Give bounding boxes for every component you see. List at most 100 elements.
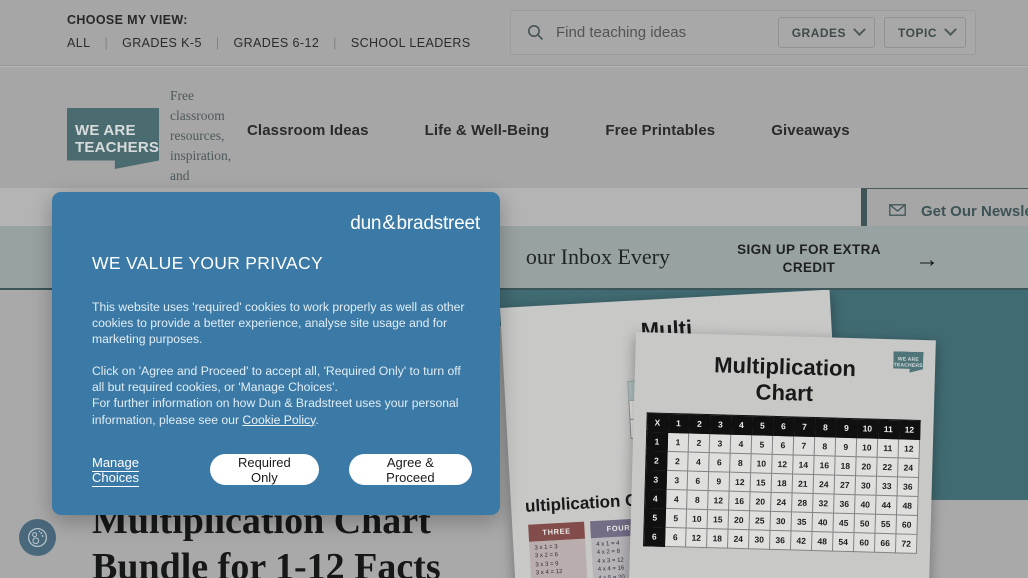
table-cell: 44	[875, 495, 898, 515]
chevron-down-icon	[944, 23, 957, 37]
table-cell: 7	[793, 435, 815, 456]
logo-line-2: TEACHERS	[75, 138, 160, 156]
table-header-cell: 1	[667, 413, 690, 434]
table-cell: 45	[832, 513, 855, 533]
separator: |	[215, 36, 220, 50]
table-cell: 8	[814, 436, 836, 457]
table-cell: 6	[772, 435, 794, 455]
sheet-front-title: Multiplication Chart	[634, 350, 935, 410]
cookie-settings-button[interactable]	[19, 519, 56, 556]
view-link-all[interactable]: ALL	[67, 36, 90, 50]
choose-my-view-label: CHOOSE MY VIEW:	[67, 13, 188, 27]
signup-arrow-icon[interactable]: →	[915, 246, 939, 274]
table-header-cell: 11	[877, 419, 900, 439]
table-cell: 9	[708, 471, 730, 492]
search-icon[interactable]	[527, 24, 544, 41]
fact-column-body: 3 x 1 = 33 x 2 = 63 x 3 = 93 x 4 = 123 x…	[529, 538, 588, 578]
nav-item-life-well-being[interactable]: Life & Well-Being	[425, 122, 550, 139]
topic-filter-label: TOPIC	[898, 25, 937, 40]
grades-filter-button[interactable]: GRADES	[777, 17, 876, 48]
table-header-cell: 9	[835, 418, 858, 438]
table-header-cell: 12	[898, 419, 921, 440]
search-input[interactable]	[556, 24, 778, 41]
table-header-cell: 7	[793, 416, 816, 437]
view-link-grades-k5[interactable]: GRADES K-5	[122, 36, 202, 50]
table-header-cell: 5	[751, 415, 774, 436]
table-cell: 3	[645, 469, 667, 490]
table-cell: 30	[855, 475, 877, 496]
table-cell: 18	[706, 528, 729, 549]
dialog-paragraph-2a: Click on 'Agree and Proceed' to accept a…	[92, 364, 461, 395]
table-cell: 9	[835, 437, 857, 457]
table-cell: 12	[771, 454, 794, 474]
dialog-paragraph-2: Click on 'Agree and Proceed' to accept a…	[92, 363, 470, 427]
table-cell: 30	[748, 529, 771, 550]
logo-line-1: WE ARE	[75, 121, 136, 139]
main-navigation: WE ARE TEACHERS Free classroom resources…	[0, 67, 1028, 234]
table-header-cell: 3	[709, 414, 732, 435]
table-cell: 10	[750, 453, 773, 474]
table-cell: 2	[645, 450, 668, 471]
get-newsletter-label: Get Our Newsletter	[921, 202, 1028, 220]
table-cell: 16	[728, 491, 751, 511]
table-cell: 22	[876, 457, 899, 477]
table-cell: 48	[811, 531, 833, 552]
dialog-actions: Manage Choices Required Only Agree & Pro…	[92, 454, 472, 485]
table-cell: 6	[664, 527, 687, 547]
table-cell: 15	[707, 509, 729, 530]
view-link-school-leaders[interactable]: SCHOOL LEADERS	[351, 36, 471, 50]
required-only-button[interactable]: Required Only	[209, 454, 319, 485]
site-logo[interactable]: WE ARE TEACHERS	[67, 108, 159, 169]
table-cell: 24	[770, 492, 793, 512]
table-cell: 10	[856, 437, 878, 458]
cookie-policy-link[interactable]: Cookie Policy	[242, 413, 315, 427]
dun-bradstreet-logo: dun & bradstreet	[350, 212, 480, 235]
table-cell: 20	[855, 456, 878, 477]
printable-sheet-front[interactable]: WE ARE TEACHERS Multiplication Chart X12…	[627, 332, 936, 578]
sheet-front-table: X 1 2 3 4 5 6 7 8 9 10 11 12 1 1 2 3 4 5 6 7 8 9 10 11 12 2 2 4 6 8 10 1…	[643, 412, 921, 554]
topic-filter-button[interactable]: TOPIC	[884, 17, 966, 48]
logo-alt-text: Free classroom resources, inspiration, a…	[170, 88, 232, 183]
dialog-paragraph-2-end: .	[315, 412, 319, 427]
nav-item-free-printables[interactable]: Free Printables	[605, 122, 715, 139]
separator: |	[104, 36, 109, 50]
chevron-down-icon	[853, 23, 866, 37]
choose-my-view: CHOOSE MY VIEW: ALL | GRADES K-5 | GRADE…	[67, 13, 471, 50]
agree-and-proceed-button[interactable]: Agree & Proceed	[348, 454, 472, 485]
table-cell: 12	[707, 490, 730, 511]
badge-line-2: TEACHERS	[893, 361, 923, 369]
table-cell: 27	[834, 475, 856, 495]
table-cell: 20	[749, 491, 772, 512]
table-cell: 72	[895, 533, 917, 554]
nav-item-classroom-ideas[interactable]: Classroom Ideas	[247, 122, 369, 139]
table-cell: 11	[877, 438, 899, 458]
envelope-icon	[889, 203, 906, 220]
table-cell: 24	[897, 457, 920, 478]
table-cell: 1	[646, 431, 668, 452]
table-header-cell: 8	[814, 417, 837, 438]
table-cell: 5	[751, 434, 773, 455]
table-cell: 6	[643, 526, 666, 547]
view-links: ALL | GRADES K-5 | GRADES 6-12 | SCHOOL …	[67, 36, 471, 50]
table-cell: 66	[874, 533, 896, 553]
nav-item-giveaways[interactable]: Giveaways	[771, 122, 849, 139]
table-cell: 6	[687, 470, 709, 491]
table-cell: 36	[833, 494, 856, 514]
top-utility-bar: CHOOSE MY VIEW: ALL | GRADES K-5 | GRADE…	[0, 0, 1028, 66]
table-cell: 4	[730, 434, 752, 454]
table-cell: 5	[665, 508, 687, 528]
brand-ampersand: &	[382, 212, 396, 234]
table-cell: 40	[854, 494, 877, 515]
nav-links: Classroom Ideas Life & Well-Being Free P…	[247, 122, 850, 139]
table-cell: 21	[792, 473, 814, 494]
table-cell: 20	[728, 510, 750, 530]
signup-cta-label[interactable]: SIGN UP FOR EXTRA CREDIT	[723, 241, 895, 277]
dialog-paragraph-1: This website uses 'required' cookies to …	[92, 300, 465, 347]
table-cell: 2	[688, 433, 710, 453]
manage-choices-link[interactable]: Manage Choices	[92, 455, 180, 485]
view-link-grades-612[interactable]: GRADES 6-12	[233, 36, 319, 50]
table-cell: 5	[644, 507, 666, 528]
table-cell: 8	[686, 489, 709, 510]
table-cell: 35	[791, 511, 813, 532]
table-cell: 50	[853, 513, 876, 534]
